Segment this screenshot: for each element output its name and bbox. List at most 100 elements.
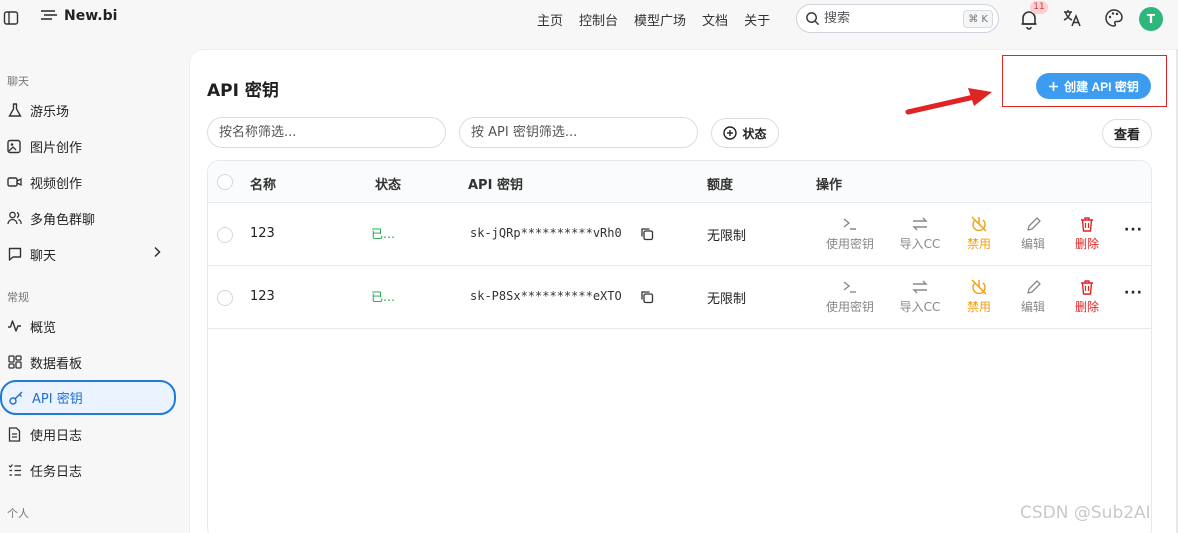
logo-text: New.bi xyxy=(64,8,118,24)
name-filter[interactable] xyxy=(207,117,446,148)
logo-icon xyxy=(41,10,57,20)
trash-icon xyxy=(1081,280,1093,295)
arrow-annotation-icon xyxy=(905,88,992,115)
use-key-button[interactable]: 使用密钥 xyxy=(820,278,880,315)
import-cc-button[interactable]: 导入CC xyxy=(890,278,950,315)
name-filter-input[interactable] xyxy=(219,125,419,140)
sidebar-item-chat[interactable]: 聊天 xyxy=(0,237,176,271)
power-off-icon xyxy=(971,216,987,232)
sidebar-item-label: 数据看板 xyxy=(30,356,83,372)
search-input[interactable] xyxy=(824,11,954,26)
nav-item-console[interactable]: 控制台 xyxy=(579,10,618,29)
sidebar: 聊天 游乐场 图片创作 视频创作 多角色群聊 聊天 常规 概览 数据看板 API… xyxy=(0,40,188,533)
column-header-actions: 操作 xyxy=(816,178,843,193)
row-status: 已… xyxy=(371,290,396,304)
terminal-icon xyxy=(843,281,856,293)
sidebar-item-label: 视频创作 xyxy=(30,176,83,192)
plus-icon xyxy=(1049,81,1059,91)
power-off-icon xyxy=(971,279,987,295)
sidebar-item-label: 图片创作 xyxy=(30,140,83,156)
sidebar-item-label: 概览 xyxy=(30,320,57,336)
trash-icon xyxy=(1081,217,1093,232)
table-row: 123 已… sk-jQRp**********vRh0 无限制 使用密钥 导入… xyxy=(208,203,1151,266)
select-all-checkbox[interactable] xyxy=(217,174,233,190)
action-label: 使用密钥 xyxy=(825,237,874,251)
row-api-key: sk-jQRp**********vRh0 xyxy=(470,226,622,240)
flask-icon xyxy=(7,102,22,118)
top-nav: 主页 控制台 模型广场 文档 关于 xyxy=(537,10,770,29)
table-row: 123 已… sk-P8Sx**********eXTO 无限制 使用密钥 导入… xyxy=(208,266,1151,329)
nav-item-about[interactable]: 关于 xyxy=(744,10,770,29)
edit-button[interactable]: 编辑 xyxy=(1003,278,1063,315)
view-button[interactable]: 查看 xyxy=(1102,119,1152,148)
sidebar-item-video-creation[interactable]: 视频创作 xyxy=(0,165,176,199)
app-logo[interactable]: New.bi xyxy=(40,8,117,24)
sidebar-toggle-icon[interactable] xyxy=(3,10,19,26)
watermark: CSDN @Sub2AI xyxy=(1020,503,1151,523)
sidebar-item-playground[interactable]: 游乐场 xyxy=(0,93,176,127)
sidebar-item-usage-logs[interactable]: 使用日志 xyxy=(0,417,176,451)
key-filter[interactable] xyxy=(459,117,698,148)
sidebar-item-api-keys[interactable]: API 密钥 xyxy=(0,380,176,415)
plus-circle-icon xyxy=(723,126,738,140)
action-label: 禁用 xyxy=(966,300,991,314)
api-keys-table: 名称 状态 API 密钥 额度 操作 123 已… sk-jQRp*******… xyxy=(207,160,1152,533)
sidebar-item-label: 游乐场 xyxy=(30,104,70,120)
sidebar-item-task-logs[interactable]: 任务日志 xyxy=(0,453,176,487)
row-status: 已… xyxy=(371,227,396,241)
nav-item-docs[interactable]: 文档 xyxy=(702,10,728,29)
copy-icon[interactable] xyxy=(640,290,654,304)
sidebar-item-dashboard[interactable]: 数据看板 xyxy=(0,345,176,379)
action-label: 编辑 xyxy=(1020,300,1045,314)
delete-button[interactable]: 删除 xyxy=(1057,278,1117,315)
message-icon xyxy=(7,247,22,262)
file-text-icon xyxy=(7,426,22,442)
search-shortcut: ⌘ K xyxy=(963,10,993,28)
copy-icon[interactable] xyxy=(640,227,654,241)
page-title: API 密钥 xyxy=(207,81,279,101)
sidebar-item-label: 多角色群聊 xyxy=(30,212,96,228)
edit-button[interactable]: 编辑 xyxy=(1003,215,1063,252)
list-check-icon xyxy=(7,463,22,478)
palette-icon[interactable] xyxy=(1104,8,1124,28)
translate-icon[interactable] xyxy=(1062,8,1082,28)
activity-icon xyxy=(7,319,22,334)
create-api-key-button[interactable]: 创建 API 密钥 xyxy=(1036,73,1151,99)
disable-button[interactable]: 禁用 xyxy=(949,278,1009,315)
swap-icon xyxy=(912,280,928,294)
section-label-chat: 聊天 xyxy=(7,75,29,88)
row-checkbox[interactable] xyxy=(217,227,233,243)
nav-item-models[interactable]: 模型广场 xyxy=(634,10,686,29)
video-icon xyxy=(7,175,22,190)
row-checkbox[interactable] xyxy=(217,290,233,306)
search-icon xyxy=(806,12,820,26)
sidebar-item-overview[interactable]: 概览 xyxy=(0,309,176,343)
delete-button[interactable]: 删除 xyxy=(1057,215,1117,252)
key-icon xyxy=(9,390,24,405)
dashboard-icon xyxy=(7,355,22,370)
section-label-personal: 个人 xyxy=(7,507,29,520)
more-options-icon[interactable]: ··· xyxy=(1124,222,1143,238)
key-filter-input[interactable] xyxy=(471,125,671,140)
sidebar-item-image-creation[interactable]: 图片创作 xyxy=(0,129,176,163)
column-header-quota: 额度 xyxy=(707,178,734,193)
search-box[interactable]: ⌘ K xyxy=(796,4,999,33)
nav-item-home[interactable]: 主页 xyxy=(537,10,563,29)
column-header-key: API 密钥 xyxy=(468,178,523,193)
status-filter-button[interactable]: 状态 xyxy=(711,118,779,148)
pencil-icon xyxy=(1027,217,1041,231)
disable-button[interactable]: 禁用 xyxy=(949,215,1009,252)
sidebar-item-label: 任务日志 xyxy=(30,464,83,480)
notification-badge: 11 xyxy=(1030,1,1048,14)
use-key-button[interactable]: 使用密钥 xyxy=(820,215,880,252)
section-label-general: 常规 xyxy=(7,291,29,304)
users-icon xyxy=(7,211,22,226)
action-label: 禁用 xyxy=(966,237,991,251)
sidebar-item-label: API 密钥 xyxy=(32,392,83,407)
terminal-icon xyxy=(843,218,856,230)
more-options-icon[interactable]: ··· xyxy=(1124,285,1143,301)
chevron-right-icon xyxy=(154,246,161,258)
user-avatar[interactable]: T xyxy=(1139,7,1163,31)
import-cc-button[interactable]: 导入CC xyxy=(890,215,950,252)
sidebar-item-group-chat[interactable]: 多角色群聊 xyxy=(0,201,176,235)
